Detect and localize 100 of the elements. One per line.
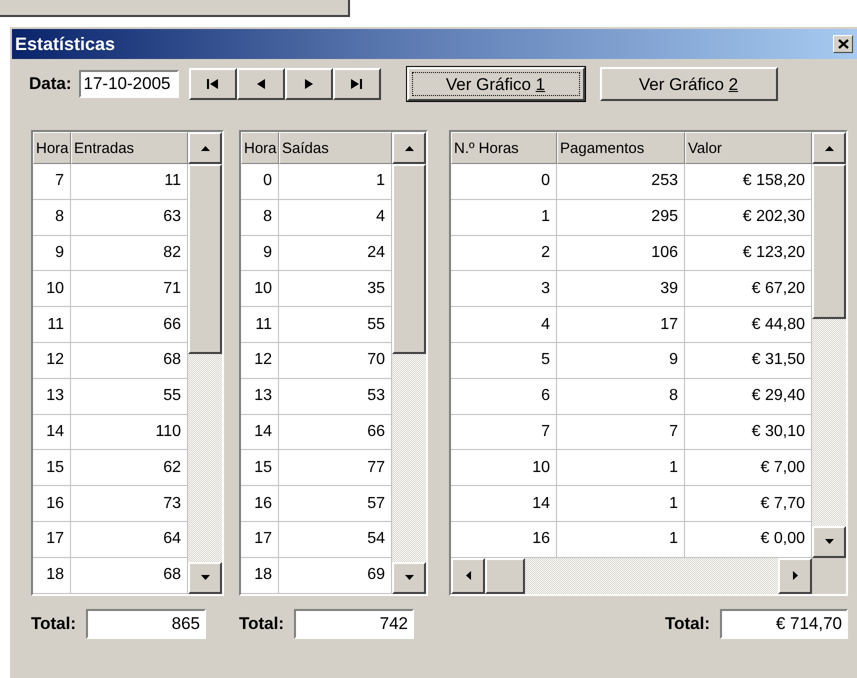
table-cell: 68 (71, 558, 188, 594)
vertical-scrollbar[interactable] (188, 132, 222, 594)
scroll-down-button[interactable] (812, 526, 846, 558)
table-cell: € 158,20 (685, 164, 812, 200)
table-cell: 106 (557, 236, 685, 272)
table-cell: 13 (33, 378, 71, 415)
table-cell: 14 (33, 414, 71, 450)
first-icon (206, 79, 219, 89)
scroll-up-button[interactable] (188, 132, 222, 164)
table-cell: 253 (557, 164, 685, 200)
table-cell: 1 (557, 450, 685, 486)
scroll-thumb[interactable] (188, 164, 222, 354)
table-cell: 11 (71, 164, 188, 200)
table-cell: 7 (33, 164, 71, 200)
total-label: Total: (664, 614, 710, 634)
down-arrow-icon (404, 575, 414, 580)
last-icon (350, 79, 363, 89)
table-cell: 5 (451, 342, 557, 379)
table-cell: € 44,80 (685, 307, 812, 343)
scroll-down-button[interactable] (392, 562, 426, 594)
table-cell: 4 (279, 200, 392, 236)
table-cell: 8 (241, 200, 279, 236)
table-cell: 12 (241, 342, 279, 379)
column-header[interactable]: Hora (33, 132, 71, 164)
scroll-right-button[interactable] (778, 558, 812, 594)
table-cell: 63 (71, 200, 188, 236)
total-field[interactable]: 865 (86, 608, 206, 639)
table-cell: 64 (71, 522, 188, 558)
table-cell: 11 (33, 307, 71, 343)
table-cell: € 7,00 (685, 450, 812, 486)
total-field[interactable]: 742 (294, 608, 414, 639)
previous-button[interactable] (236, 68, 285, 100)
next-button[interactable] (284, 68, 333, 100)
chart-button[interactable]: Ver Gráfico 2 (600, 67, 778, 101)
table-cell: 53 (279, 378, 392, 415)
scroll-down-button[interactable] (188, 562, 222, 594)
left-arrow-icon (256, 79, 265, 89)
close-button[interactable] (833, 35, 853, 53)
table-cell: 7 (451, 414, 557, 450)
table-cell: 1 (279, 164, 392, 200)
table-cell: 9 (557, 342, 685, 379)
scroll-up-button[interactable] (812, 132, 846, 164)
date-field[interactable]: 17-10-2005 (78, 70, 179, 98)
table-cell: 77 (279, 450, 392, 486)
table-cell: 57 (279, 486, 392, 522)
column-header[interactable]: Hora (241, 132, 279, 164)
up-arrow-icon (824, 146, 834, 150)
table-cell: 55 (71, 378, 188, 415)
column-header[interactable]: Entradas (71, 132, 188, 164)
down-arrow-icon (824, 539, 834, 544)
total-label: Total: (239, 614, 284, 634)
down-arrow-icon (200, 575, 210, 580)
table-cell: 2 (451, 236, 557, 272)
table-cell: 9 (33, 236, 71, 272)
table-cell: € 31,50 (685, 342, 812, 379)
close-icon (838, 39, 848, 49)
vertical-scrollbar[interactable] (392, 132, 426, 594)
column-header[interactable]: Pagamentos (557, 132, 685, 164)
table-cell: 17 (557, 307, 685, 343)
table-cell: 12 (33, 342, 71, 379)
last-button[interactable] (332, 68, 381, 100)
column-header[interactable]: N.º Horas (451, 132, 557, 164)
table-cell: 15 (241, 450, 279, 486)
up-arrow-icon (404, 146, 414, 150)
scrollbar-corner (812, 558, 846, 594)
table-cell: 39 (557, 271, 685, 308)
table-cell: 9 (241, 236, 279, 272)
table-cell: 69 (279, 558, 392, 594)
table-cell: 62 (71, 450, 188, 486)
up-arrow-icon (200, 146, 210, 150)
scroll-left-button[interactable] (451, 558, 485, 594)
table-cell: 1 (451, 200, 557, 236)
column-header[interactable]: Saídas (279, 132, 392, 164)
table-cell: 11 (241, 307, 279, 343)
table-cell: 3 (451, 271, 557, 308)
table-cell: € 123,20 (685, 236, 812, 272)
horizontal-scrollbar[interactable] (451, 558, 812, 594)
table-cell: 71 (71, 271, 188, 308)
chart-button[interactable]: Ver Gráfico 1 (406, 67, 585, 101)
scroll-thumb[interactable] (812, 164, 846, 319)
date-label: Data: (29, 74, 72, 94)
table-cell: 4 (451, 307, 557, 343)
scroll-thumb[interactable] (485, 558, 525, 594)
table-cell: 14 (241, 414, 279, 450)
right-arrow-icon (304, 79, 313, 89)
table-cell: 17 (241, 522, 279, 558)
table-cell: 8 (33, 200, 71, 236)
vertical-scrollbar[interactable] (812, 132, 846, 558)
table-cell: 14 (451, 486, 557, 522)
window-title: Estatísticas (15, 34, 116, 54)
column-header[interactable]: Valor (685, 132, 812, 164)
table-cell: 18 (33, 558, 71, 594)
total-field[interactable]: € 714,70 (720, 608, 848, 639)
scroll-thumb[interactable] (392, 164, 426, 354)
first-button[interactable] (188, 68, 237, 100)
table-cell: 8 (557, 378, 685, 415)
table-cell: 7 (557, 414, 685, 450)
table-cell: 54 (279, 522, 392, 558)
table-cell: € 7,70 (685, 486, 812, 522)
scroll-up-button[interactable] (392, 132, 426, 164)
